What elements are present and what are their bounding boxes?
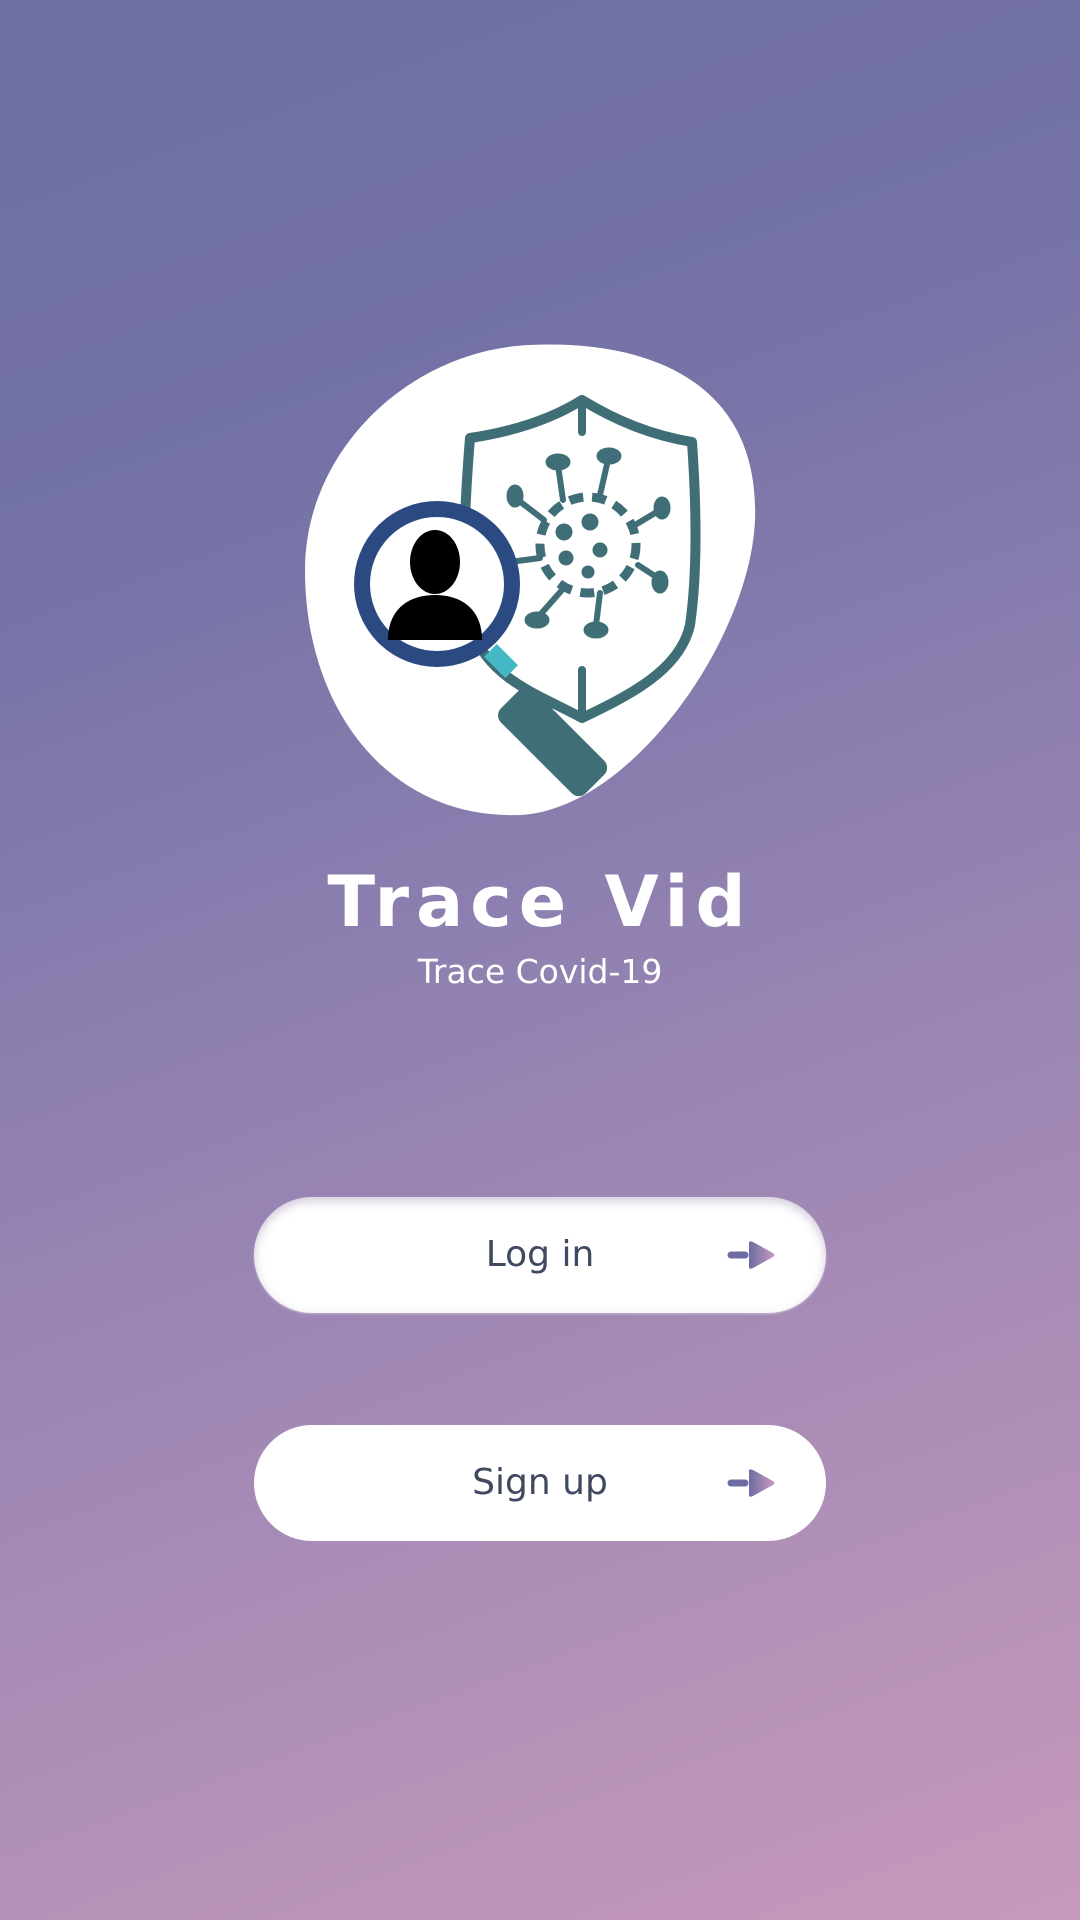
signup-button[interactable]: Sign up (254, 1425, 826, 1541)
app-subtitle: Trace Covid-19 (417, 952, 663, 991)
arrow-right-icon (727, 1239, 777, 1271)
shield-virus-magnifier-person-icon (305, 344, 756, 816)
login-button[interactable]: Log in (254, 1197, 826, 1313)
app-logo (300, 340, 760, 820)
app-title: Trace Vid (327, 861, 753, 943)
arrow-right-icon (727, 1467, 777, 1499)
